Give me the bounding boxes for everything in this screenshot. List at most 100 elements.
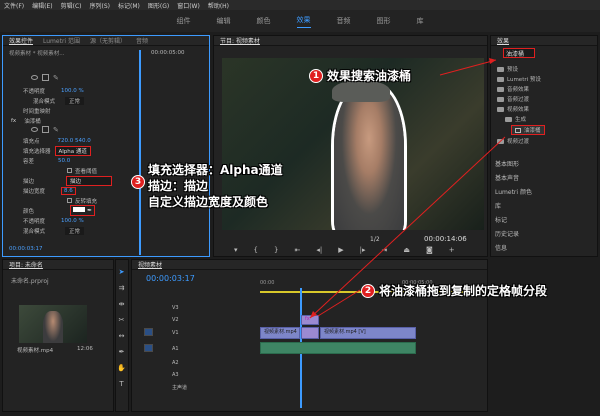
tree-paint-bucket[interactable]: 油漆桶 [511,125,545,135]
opacity-value[interactable]: 100.0 % [61,88,84,94]
hand-tool-icon[interactable]: ✋ [117,364,126,373]
blend-mode-select[interactable]: 正常 [65,96,85,105]
slip-icon[interactable]: ↔ [117,332,126,341]
effects-panel: 效果 油漆桶 预设 Lumetri 预设 音频效果 音频过渡 视频效果 生成 油… [490,35,598,257]
section-info[interactable]: 信息 [491,243,597,257]
view-threshold-checkbox[interactable] [67,168,72,173]
opacity2-value[interactable]: 100.0 % [61,218,84,224]
ripple-edit-icon[interactable]: ⇹ [117,300,126,309]
fit-select[interactable]: 1/2 [370,236,380,243]
razor-icon[interactable]: ✂ [117,316,126,325]
effect-ellipse-mask-icon[interactable] [31,127,38,132]
fx-badge: fx [305,316,310,322]
section-essential-graphics[interactable]: 基本图形 [491,159,597,173]
tree-presets[interactable]: 预设 [497,65,518,73]
effects-search-input[interactable]: 油漆桶 [503,48,535,58]
mark-in-bracket-icon[interactable]: { [254,246,258,256]
lift-icon[interactable]: ⏏ [403,246,410,256]
clip-v1-first[interactable]: 视频素材.mp4 [260,327,300,339]
menu-clip[interactable]: 剪辑(C) [61,1,82,10]
menu-sequence[interactable]: 序列(S) [90,1,111,10]
tab-effects[interactable]: 效果 [497,36,509,45]
type-tool-icon[interactable]: T [117,380,126,389]
tab-lumetri-scopes[interactable]: Lumetri 范围 [43,36,80,45]
clip-v2-freeze-frame[interactable]: fx [301,315,319,325]
track-select-icon[interactable]: ⇉ [117,284,126,293]
go-to-out-icon[interactable]: ⇥ [381,246,387,256]
go-to-in-icon[interactable]: ⇤ [294,246,300,256]
step-back-icon[interactable]: ◂| [316,246,322,256]
tree-video-transitions[interactable]: 视频过渡 [497,137,529,145]
pen-tool-icon[interactable]: ✒ [117,348,126,357]
project-panel: 项目: 未命名 未命名.prproj 视频素材.mp4 12:06 [2,259,114,412]
fill-point-value[interactable]: 720.0 540.0 [58,138,91,144]
tab-project[interactable]: 项目: 未命名 [9,260,43,269]
section-lumetri-color[interactable]: Lumetri 颜色 [491,187,597,201]
tools-panel: ➤ ⇉ ⇹ ✂ ↔ ✒ ✋ T [115,259,129,412]
menu-markers[interactable]: 标记(M) [118,1,140,10]
stroke-width-value[interactable]: 8.6 [61,186,76,195]
blend2-select[interactable]: 正常 [65,226,85,235]
mark-in-icon[interactable]: ▾ [234,246,238,256]
tab-sequence[interactable]: 视频素材 [138,260,162,269]
workspace-audio[interactable]: 音频 [337,16,351,26]
menu-edit[interactable]: 编辑(E) [32,1,52,10]
ec-row-paint-bucket: fx 油漆桶 [11,116,41,125]
selection-tool-icon[interactable]: ➤ [117,268,126,277]
v1-source-patch[interactable] [144,328,153,336]
clip-a1-audio[interactable] [260,342,416,354]
tolerance-value[interactable]: 50.0 [58,158,70,164]
workspace-color[interactable]: 颜色 [257,16,271,26]
tab-program[interactable]: 节目: 视频素材 [220,36,260,45]
menu-window[interactable]: 窗口(W) [177,1,200,10]
tree-audio-transitions[interactable]: 音频过渡 [497,95,529,103]
export-frame-icon[interactable]: ◙ [426,246,433,256]
tree-audio-effects[interactable]: 音频效果 [497,85,529,93]
step-forward-icon[interactable]: |▸ [360,246,366,256]
a1-source-patch[interactable] [144,344,153,352]
menu-graphics[interactable]: 图形(G) [148,1,169,10]
effect-pen-mask-icon[interactable]: ✎ [53,126,60,134]
tree-generate-label: 生成 [515,117,527,123]
effect-rect-mask-icon[interactable] [42,126,49,133]
mark-out-bracket-icon[interactable]: } [274,246,278,256]
clip-v1-second[interactable]: 视频素材.mp4 [V] [320,327,416,339]
stroke-select[interactable]: 描边 [66,175,113,186]
project-item-name[interactable]: 视频素材.mp4 [17,346,53,354]
section-markers[interactable]: 标记 [491,215,597,229]
section-essential-sound[interactable]: 基本声音 [491,173,597,187]
section-libraries[interactable]: 库 [491,201,597,215]
track-a3-label: A3 [172,372,179,378]
workspace-effects[interactable]: 效果 [296,15,311,28]
invert-fill-checkbox[interactable] [67,198,72,203]
opacity-label: 不透明度 [23,88,46,95]
rect-mask-icon[interactable] [42,74,49,81]
menu-help[interactable]: 帮助(H) [208,1,229,10]
tree-generate[interactable]: 生成 [505,115,526,123]
play-icon[interactable]: ▶ [338,246,343,256]
program-tabs: 节目: 视频素材 [214,36,487,46]
ellipse-mask-icon[interactable] [31,75,38,80]
workspace-editing[interactable]: 编辑 [217,16,231,26]
tree-video-effects[interactable]: 视频效果 [497,105,529,113]
pen-mask-icon[interactable]: ✎ [53,74,60,82]
workspace-graphics[interactable]: 图形 [377,16,391,26]
tree-lumetri-presets[interactable]: Lumetri 预设 [497,75,541,83]
tab-source[interactable]: 源（无剪辑） [90,36,126,45]
menu-file[interactable]: 文件(F) [4,1,24,10]
fill-selector-select[interactable]: Alpha 通道 [54,145,91,156]
add-button-icon[interactable]: + [449,246,455,256]
eyedropper-icon[interactable]: ✒ [87,207,92,214]
tab-effect-controls[interactable]: 效果控件 [9,36,33,45]
workspace-bar: 组件 编辑 颜色 效果 音频 图形 库 [0,10,600,32]
tab-audio[interactable]: 音频 [136,36,148,45]
project-thumbnail[interactable] [19,305,87,343]
subject-silhouette [334,86,404,230]
timeline-timecode[interactable]: 00:00:03:17 [146,274,195,283]
workspace-libraries[interactable]: 库 [417,16,424,26]
ec-bottom-timecode[interactable]: 00:00:03:17 [9,246,43,252]
clip-v1-freeze-frame[interactable] [301,327,319,339]
workspace-assembly[interactable]: 组件 [177,16,191,26]
section-history[interactable]: 历史记录 [491,229,597,243]
color-swatch[interactable] [73,207,86,212]
